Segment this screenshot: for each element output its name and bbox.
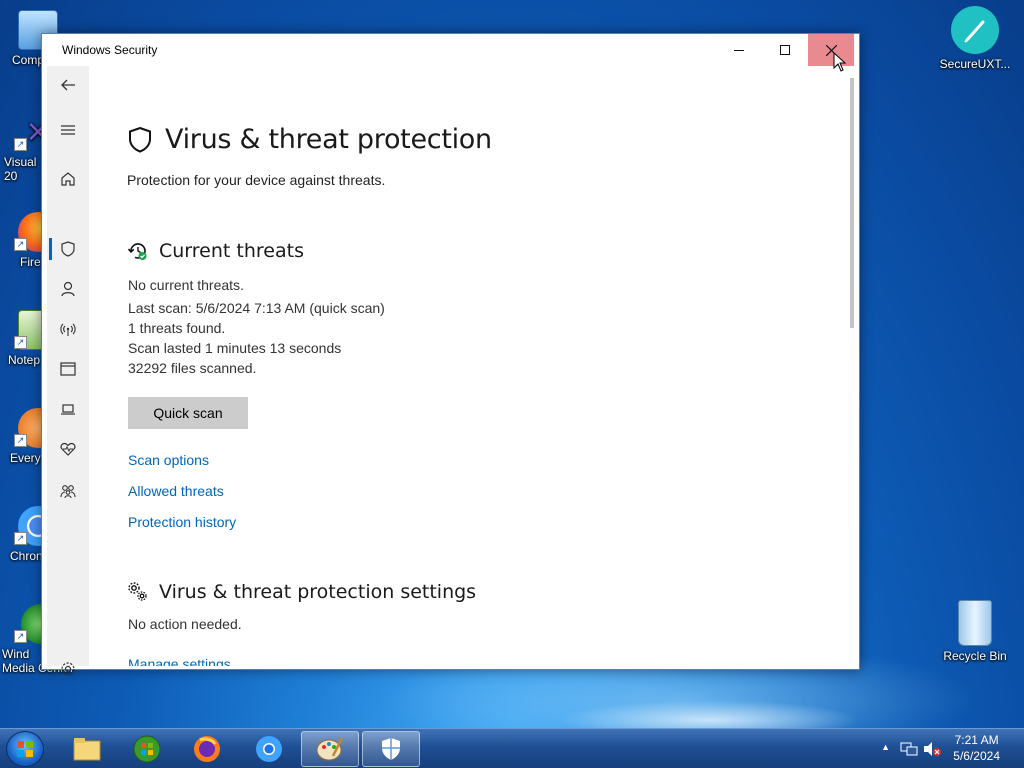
- allowed-threats-link[interactable]: Allowed threats: [128, 483, 224, 499]
- back-arrow-icon: [61, 79, 75, 91]
- taskbar-explorer[interactable]: [58, 731, 116, 767]
- taskbar: ▲ 7:21 AM 5/6/2024: [0, 728, 1024, 768]
- gear-icon: [61, 662, 75, 676]
- nav-settings[interactable]: [47, 654, 89, 684]
- taskbar-firefox[interactable]: [178, 731, 236, 767]
- network-icon[interactable]: [900, 741, 918, 757]
- show-hidden-icons-button[interactable]: ▲: [881, 742, 890, 752]
- folder-icon: [73, 738, 101, 761]
- minimize-button[interactable]: [716, 34, 762, 66]
- taskbar-media-player[interactable]: [118, 731, 176, 767]
- current-threats-header: Current threats: [127, 240, 304, 262]
- scan-history-icon: [127, 243, 147, 260]
- title-bar[interactable]: Windows Security: [42, 34, 859, 66]
- menu-button[interactable]: [47, 115, 89, 145]
- section-title: Current threats: [159, 240, 304, 262]
- windows-logo-icon: [17, 741, 33, 757]
- heart-pulse-icon: [60, 442, 76, 456]
- shortcut-arrow-icon: ↗: [14, 532, 27, 545]
- scan-duration: Scan lasted 1 minutes 13 seconds: [128, 340, 342, 356]
- back-button[interactable]: [47, 70, 89, 100]
- shortcut-arrow-icon: ↗: [14, 336, 27, 349]
- desktop-icon-secureuxt[interactable]: SecureUXT...: [936, 6, 1014, 71]
- manage-settings-link[interactable]: Manage settings: [128, 656, 231, 666]
- maximize-button[interactable]: [762, 34, 808, 66]
- shield-icon: [129, 126, 151, 153]
- minimize-icon: [734, 50, 744, 51]
- maximize-icon: [780, 45, 790, 55]
- settings-gears-icon: [128, 582, 147, 601]
- shortcut-arrow-icon: ↗: [14, 630, 27, 643]
- navigation-rail: [47, 66, 89, 676]
- nav-device-health[interactable]: [47, 434, 89, 464]
- page-title: Virus & threat protection: [165, 124, 492, 155]
- desktop-icon-label: SecureUXT...: [939, 57, 1011, 71]
- quick-scan-button[interactable]: Quick scan: [128, 397, 248, 429]
- scan-options-link[interactable]: Scan options: [128, 452, 209, 468]
- nav-firewall-network[interactable]: [47, 314, 89, 344]
- threat-status: No current threats.: [128, 277, 244, 293]
- shortcut-arrow-icon: ↗: [14, 434, 27, 447]
- start-button[interactable]: [6, 731, 44, 767]
- settings-status: No action needed.: [128, 616, 242, 632]
- page-subtitle: Protection for your device against threa…: [127, 172, 386, 188]
- scrollbar-thumb[interactable]: [850, 78, 854, 328]
- settings-header: Virus & threat protection settings: [127, 581, 476, 603]
- media-player-icon: [133, 735, 161, 763]
- mouse-cursor-icon: [833, 52, 847, 72]
- taskbar-chrome[interactable]: [240, 731, 298, 767]
- shield-icon: [61, 241, 75, 257]
- desktop-icon-label: Recycle Bin: [943, 649, 1007, 663]
- chrome-icon: [256, 736, 282, 762]
- taskbar-windows-security[interactable]: [362, 731, 420, 767]
- shortcut-arrow-icon: ↗: [14, 138, 27, 151]
- volume-muted-icon[interactable]: [922, 741, 942, 757]
- clock-time: 7:21 AM: [954, 733, 999, 747]
- close-button[interactable]: [808, 34, 854, 66]
- paint-palette-icon: [316, 737, 344, 761]
- section-title: Virus & threat protection settings: [159, 581, 477, 603]
- nav-app-browser-control[interactable]: [47, 354, 89, 384]
- family-icon: [60, 485, 76, 499]
- nav-home[interactable]: [47, 164, 89, 194]
- window-title: Windows Security: [62, 43, 158, 57]
- desktop-icon-recycle-bin[interactable]: Recycle Bin: [936, 600, 1014, 663]
- protection-history-link[interactable]: Protection history: [128, 514, 236, 530]
- home-icon: [61, 172, 75, 186]
- windows-security-window: Windows Security Virus & threat protecti…: [41, 33, 860, 676]
- clock-date: 5/6/2024: [953, 749, 1000, 763]
- hamburger-icon: [61, 125, 75, 135]
- last-scan-info: Last scan: 5/6/2024 7:13 AM (quick scan): [128, 300, 385, 316]
- recycle-bin-icon: [958, 600, 992, 646]
- shortcut-arrow-icon: ↗: [14, 238, 27, 251]
- browser-window-icon: [60, 362, 76, 376]
- files-scanned: 32292 files scanned.: [128, 360, 257, 376]
- antenna-icon: [60, 323, 76, 336]
- main-content: Virus & threat protection Protection for…: [89, 66, 854, 666]
- firefox-icon: [194, 736, 220, 762]
- nav-device-security[interactable]: [47, 394, 89, 424]
- nav-account-protection[interactable]: [47, 274, 89, 304]
- person-icon: [61, 281, 75, 297]
- laptop-icon: [61, 404, 75, 415]
- taskbar-paint[interactable]: [301, 731, 359, 767]
- shield-icon: [382, 738, 400, 760]
- nav-virus-protection[interactable]: [47, 234, 89, 264]
- taskbar-clock[interactable]: 7:21 AM 5/6/2024: [953, 732, 1000, 764]
- threats-found: 1 threats found.: [128, 320, 226, 336]
- nav-family-options[interactable]: [47, 476, 89, 506]
- page-header: Virus & threat protection: [127, 124, 492, 155]
- secureuxt-icon: [951, 6, 999, 54]
